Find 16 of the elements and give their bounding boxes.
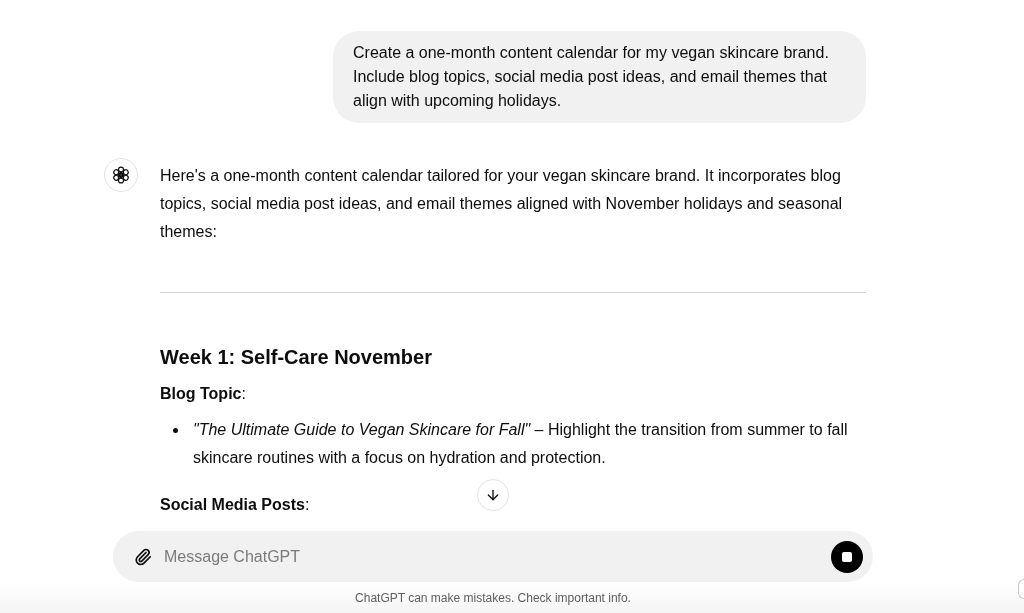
stop-button[interactable] [831,540,863,573]
scroll-down-button[interactable] [477,479,509,511]
stop-icon [842,551,852,562]
bullet-icon [173,427,178,433]
assistant-message-text: Here's a one-month content calendar tailored for your vegan skincare brand. It incorporates blog topics, social media post ideas, and email themes aligned with November holidays and seasonal themes: [160,166,844,242]
disclaimer-text: ChatGPT can make mistakes. Check important info. [355,589,631,606]
message-input[interactable]: Message ChatGPT [164,544,831,569]
block-label: Blog Topic: [160,384,246,404]
user-message: Create a one-month content calendar for my vegan skincare brand. Include blog topics, social media post ideas, and email themes that align with upcoming holidays. [333,31,866,123]
block-label: Social Media Posts: [160,495,310,515]
section-heading: Week 1: Self-Care November [160,345,432,370]
paperclip-icon [134,546,152,567]
arrow-down-icon [485,487,501,503]
list-item-text: "The Ultimate Guide to Vegan Skincare for Fall" – Highlight the transition from summer to fall skincare routines with a focus on hydration and protection. [193,420,849,468]
message-composer[interactable]: Message ChatGPT [113,531,873,582]
assistant-avatar-icon [104,158,138,192]
